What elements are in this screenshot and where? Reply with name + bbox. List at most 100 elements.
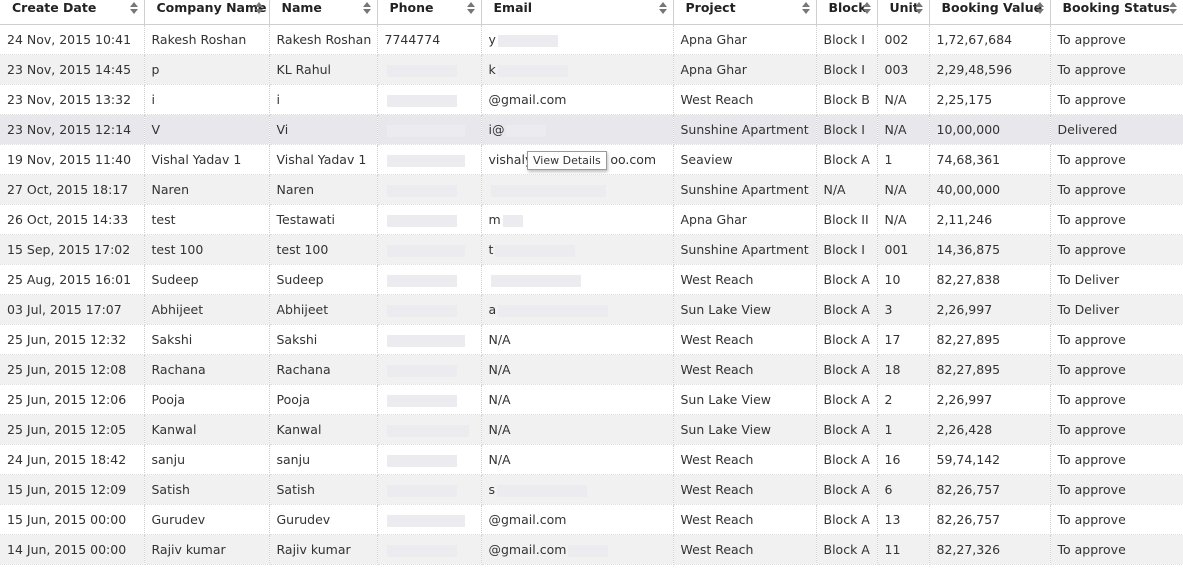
column-header-unit[interactable]: Unit <box>877 0 930 25</box>
project-cell: Sunshine Apartment <box>673 114 817 145</box>
column-header-project[interactable]: Project <box>673 0 817 25</box>
project-cell: West Reach <box>673 264 817 295</box>
table-row[interactable]: 25 Jun, 2015 12:32 Sakshi Sakshi N/A West Re… <box>0 324 1183 355</box>
cell-text: Rachana <box>276 362 331 377</box>
create-date-cell: 27 Oct, 2015 18:17 <box>0 174 145 205</box>
email-cell: @gmail.com <box>481 534 674 565</box>
table-row[interactable]: 24 Jun, 2015 18:42 sanju sanju N/A West Reac… <box>0 444 1183 475</box>
table-row[interactable]: 15 Jun, 2015 00:00 Gurudev Gurudev @gmail.c… <box>0 504 1183 535</box>
sort-icon[interactable] <box>658 2 667 14</box>
cell-text: To approve <box>1057 32 1126 47</box>
sort-icon[interactable] <box>466 2 475 14</box>
column-header-email[interactable]: Email <box>481 0 674 25</box>
table-row[interactable]: 25 Jun, 2015 12:06 Pooja Pooja N/A Sun Lake … <box>0 384 1183 415</box>
redacted-mask <box>386 124 465 137</box>
table-row[interactable]: 26 Oct, 2015 14:33 test Testawati m Apna Gha… <box>0 204 1183 235</box>
block-cell: Block A <box>816 444 878 475</box>
column-header-booking-value[interactable]: Booking Value <box>929 0 1051 25</box>
cell-text: test 100 <box>151 242 204 257</box>
table-row[interactable]: 15 Sep, 2015 17:02 test 100 test 100 t Sunsh… <box>0 234 1183 265</box>
name-cell: Rajiv kumar <box>269 534 378 565</box>
company-name-cell: p <box>144 54 270 85</box>
create-date-cell: 24 Nov, 2015 10:41 <box>0 24 145 55</box>
create-date-cell: 24 Jun, 2015 18:42 <box>0 444 145 475</box>
table-row[interactable]: 25 Jun, 2015 12:08 Rachana Rachana N/A West … <box>0 354 1183 385</box>
table-row[interactable]: 14 Jun, 2015 00:00 Rajiv kumar Rajiv kumar… <box>0 534 1183 565</box>
email-cell: y <box>481 24 674 55</box>
table-row[interactable]: 25 Jun, 2015 12:05 Kanwal Kanwal N/A Sun Lak… <box>0 414 1183 445</box>
name-cell: Testawati <box>269 204 378 235</box>
phone-cell <box>377 534 482 565</box>
cell-text: @gmail.com <box>488 542 567 557</box>
cell-text: Abhijeet <box>151 302 204 317</box>
unit-cell: 6 <box>877 474 930 505</box>
cell-text: Sudeep <box>151 272 199 287</box>
name-cell: test 100 <box>269 234 378 265</box>
company-name-cell: Vishal Yadav 1 <box>144 144 270 175</box>
table-row[interactable]: 03 Jul, 2015 17:07 Abhijeet Abhijeet a Sun L… <box>0 294 1183 325</box>
column-header-block[interactable]: Block <box>816 0 878 25</box>
create-date-cell: 03 Jul, 2015 17:07 <box>0 294 145 325</box>
sort-icon[interactable] <box>129 2 138 14</box>
cell-text: 74,68,361 <box>936 152 1001 167</box>
unit-cell: 1 <box>877 144 930 175</box>
cell-text: 19 Nov, 2015 11:40 <box>7 152 132 167</box>
sort-icon[interactable] <box>1168 2 1177 14</box>
phone-cell <box>377 264 482 295</box>
column-header-phone[interactable]: Phone <box>377 0 482 25</box>
sort-icon[interactable] <box>1035 2 1044 14</box>
sort-icon[interactable] <box>801 2 810 14</box>
cell-text: 27 Oct, 2015 18:17 <box>7 182 129 197</box>
company-name-cell: sanju <box>144 444 270 475</box>
table-row[interactable]: 25 Aug, 2015 16:01 Sudeep Sudeep West Reach… <box>0 264 1183 295</box>
table-row[interactable]: 27 Oct, 2015 18:17 Naren Naren Sunshine Apa… <box>0 174 1183 205</box>
block-cell: Block A <box>816 474 878 505</box>
email-cell: m <box>481 204 674 235</box>
column-header-company-name[interactable]: Company Name <box>144 0 270 25</box>
column-header-create-date[interactable]: Create Date <box>0 0 145 25</box>
email-cell: N/A <box>481 414 674 445</box>
column-header-booking-status[interactable]: Booking Status <box>1050 0 1183 25</box>
cell-text: Rakesh Roshan <box>151 32 247 47</box>
sort-icon[interactable] <box>862 2 871 14</box>
cell-text: Apna Ghar <box>680 62 747 77</box>
project-cell: Apna Ghar <box>673 54 817 85</box>
table-row[interactable]: 15 Jun, 2015 12:09 Satish Satish s West Reac… <box>0 474 1183 505</box>
email-cell: N/A <box>481 384 674 415</box>
column-header-label: Phone <box>389 0 434 15</box>
cell-text: Sakshi <box>276 332 318 347</box>
sort-icon[interactable] <box>914 2 923 14</box>
phone-cell <box>377 504 482 535</box>
create-date-cell: 25 Jun, 2015 12:32 <box>0 324 145 355</box>
cell-text: 25 Jun, 2015 12:05 <box>7 422 127 437</box>
table-row[interactable]: 23 Nov, 2015 14:45 p KL Rahul k Apna Ghar Blo… <box>0 54 1183 85</box>
company-name-cell: Kanwal <box>144 414 270 445</box>
company-name-cell: test <box>144 204 270 235</box>
cell-text: 11 <box>884 542 901 557</box>
column-header-name[interactable]: Name <box>269 0 378 25</box>
cell-text: 3 <box>884 302 893 317</box>
cell-text: 10,00,000 <box>936 122 1001 137</box>
phone-cell <box>377 114 482 145</box>
block-cell: Block A <box>816 144 878 175</box>
column-header-label: Company Name <box>156 0 267 15</box>
table-row[interactable]: 23 Nov, 2015 12:14 V Vi i@ Sunshine Apartmen… <box>0 114 1183 145</box>
cell-text: To approve <box>1057 422 1126 437</box>
table-row[interactable]: 24 Nov, 2015 10:41 Rakesh Roshan Rakesh Ro… <box>0 24 1183 55</box>
cell-text: sanju <box>276 452 311 467</box>
email-cell: i@ <box>481 114 674 145</box>
sort-icon[interactable] <box>362 2 371 14</box>
cell-text: N/A <box>884 182 907 197</box>
cell-text: Vi <box>276 122 289 137</box>
sort-icon[interactable] <box>254 2 263 14</box>
table-row[interactable]: 23 Nov, 2015 13:32 i i @gmail.com West Reach… <box>0 84 1183 115</box>
cell-text: Sun Lake View <box>680 302 772 317</box>
cell-text: t <box>488 242 494 257</box>
cell-text: 59,74,142 <box>936 452 1001 467</box>
email-cell: N/A <box>481 354 674 385</box>
booking-value-cell: 2,25,175 <box>929 84 1051 115</box>
cell-text: West Reach <box>680 362 754 377</box>
cell-text: To approve <box>1057 242 1126 257</box>
cell-text: 2,26,428 <box>936 422 993 437</box>
block-cell: Block I <box>816 234 878 265</box>
